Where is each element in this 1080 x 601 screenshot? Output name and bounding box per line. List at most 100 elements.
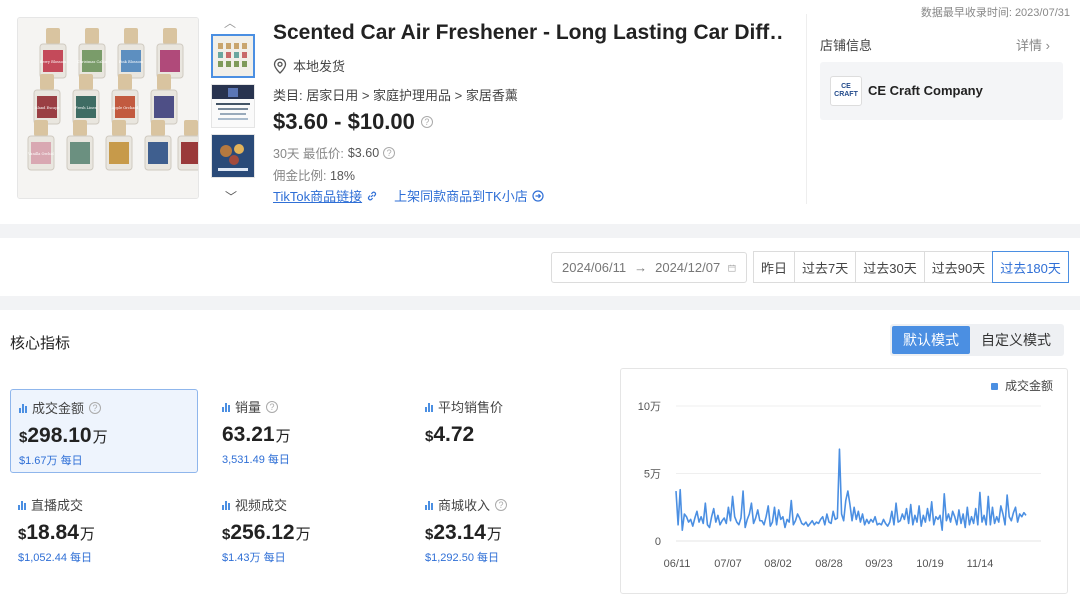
x-tick-label: 06/11 xyxy=(664,558,691,570)
metric-card[interactable]: 平均销售价 $4.72 xyxy=(417,389,605,473)
metric-label-text: 视频成交 xyxy=(235,498,288,513)
metric-daily: 3,531.49 每日 xyxy=(222,454,290,466)
shop-section-title: 店铺信息 xyxy=(820,38,873,53)
link-icon xyxy=(367,191,377,200)
metric-label-text: 成交金额 xyxy=(32,401,85,416)
low-price-value: $3.60 xyxy=(347,145,380,160)
series-line xyxy=(675,448,1027,531)
x-tick-label: 11/14 xyxy=(967,558,994,570)
bar-chart-icon xyxy=(18,500,26,510)
metric-card[interactable]: 直播成交 $18.84万 $1,052.44 每日 xyxy=(10,487,198,571)
thumbnail-image xyxy=(212,85,254,127)
metric-label-text: 直播成交 xyxy=(31,498,84,513)
range-button[interactable]: 过去90天 xyxy=(923,251,994,283)
range-button-group: 昨日 过去7天 过去30天 过去90天 过去180天 xyxy=(753,251,1069,283)
metric-label-text: 商城收入 xyxy=(438,498,491,513)
shipping-text: 本地发货 xyxy=(293,59,346,74)
metric-card[interactable]: 商城收入? $23.14万 $1,292.50 每日 xyxy=(417,487,605,571)
metric-value: 63.21万 xyxy=(222,423,394,447)
chevron-right-icon: › xyxy=(1045,38,1050,53)
metric-card[interactable]: 成交金额? $298.10万 $1.67万 每日 xyxy=(10,389,198,473)
date-range-picker[interactable]: 2024/06/11 → 2024/12/07 xyxy=(551,252,747,283)
x-tick-label: 08/28 xyxy=(815,558,843,570)
product-title[interactable]: Scented Car Air Freshener - Long Lasting… xyxy=(273,21,783,45)
metric-label: 销量? xyxy=(222,397,394,416)
shop-card[interactable]: CE CRAFT CE Craft Company xyxy=(820,62,1063,120)
bar-chart-icon xyxy=(425,402,433,412)
commission-rate: 佣金比例: 18% xyxy=(273,165,355,184)
bottle-label: Berry Blossom xyxy=(40,60,67,64)
list-link-label: 上架同款商品到TK小店 xyxy=(394,189,528,204)
tiktok-link-label: TikTok商品链接 xyxy=(273,189,363,204)
x-tick-label: 10/19 xyxy=(916,558,944,570)
help-icon[interactable]: ? xyxy=(266,400,279,413)
metric-label-text: 平均销售价 xyxy=(438,400,504,415)
product-main-image[interactable]: Berry Blossom Christmas Cabin Pink Blossom… xyxy=(17,17,199,199)
metric-value: $18.84万 xyxy=(18,521,190,545)
metric-card[interactable]: 视频成交 $256.12万 $1.43万 每日 xyxy=(214,487,402,571)
bottle-label: Island Escape xyxy=(34,106,59,110)
range-button[interactable]: 过去30天 xyxy=(855,251,925,283)
divider xyxy=(806,14,807,204)
bar-chart-icon xyxy=(222,402,230,412)
metric-daily: $1.67万 每日 xyxy=(19,455,83,467)
thumbnail-image xyxy=(212,135,254,177)
metric-value: $256.12万 xyxy=(222,521,394,545)
y-tick-label: 10万 xyxy=(638,401,661,413)
metric-number: 298.10 xyxy=(27,424,92,447)
date-end: 2024/12/07 xyxy=(655,260,721,275)
trend-chart[interactable]: 0 5万 10万 06/11 07/07 08/02 08/28 09/23 10/19 11/1… xyxy=(620,368,1068,594)
product-thumbnail-3[interactable] xyxy=(211,134,255,178)
bottle-label: Pink Blossom xyxy=(119,60,144,64)
metric-unit: 万 xyxy=(486,526,502,543)
metric-daily: $1,052.44 每日 xyxy=(18,552,92,564)
line-chart: 0 5万 10万 06/11 07/07 08/02 08/28 09/23 10/19 11/1… xyxy=(638,378,1053,570)
list-to-tk-shop-link[interactable]: 上架同款商品到TK小店 xyxy=(394,186,544,205)
metric-value: $23.14万 xyxy=(425,521,597,545)
custom-mode-button[interactable]: 自定义模式 xyxy=(970,326,1062,354)
metric-unit: 万 xyxy=(79,526,95,543)
metric-unit: 万 xyxy=(92,429,108,446)
product-thumbnail-2[interactable] xyxy=(211,84,255,128)
range-button[interactable]: 过去7天 xyxy=(794,251,857,283)
help-icon[interactable]: ? xyxy=(420,116,433,128)
date-filter-bar: 2024/06/11 → 2024/12/07 昨日 过去7天 过去30天 过去90天… xyxy=(0,238,1080,296)
help-icon[interactable]: ? xyxy=(383,146,396,159)
metric-value: $298.10万 xyxy=(19,424,189,448)
bar-chart-icon xyxy=(425,500,433,510)
metric-card[interactable]: 销量? 63.21万 3,531.49 每日 xyxy=(214,389,402,473)
price-range: $3.60 - $10.00 xyxy=(273,109,415,134)
metric-value: $4.72 xyxy=(425,423,597,447)
product-photo: Berry Blossom Christmas Cabin Pink Blossom… xyxy=(18,18,198,198)
shop-detail-label: 详情 xyxy=(1016,38,1043,53)
thumbs-down-arrow-icon[interactable]: ﹀ xyxy=(225,188,237,205)
thumbnail-image xyxy=(213,36,253,76)
product-thumbnail-1[interactable] xyxy=(211,34,255,78)
y-tick-label: 5万 xyxy=(644,469,661,481)
metric-unit: 万 xyxy=(275,428,291,445)
thumbs-up-arrow-icon[interactable]: ︿ xyxy=(224,14,236,31)
record-time: 数据最早收录时间: 2023/07/31 xyxy=(920,7,1070,19)
mode-toggle: 默认模式 自定义模式 xyxy=(890,324,1064,356)
range-button[interactable]: 昨日 xyxy=(753,251,796,283)
legend-swatch xyxy=(991,383,998,390)
range-button[interactable]: 过去180天 xyxy=(992,251,1069,283)
calendar-icon xyxy=(728,264,736,272)
shop-detail-link[interactable]: 详情 › xyxy=(1016,35,1050,54)
shipping-info: 本地发货 xyxy=(273,56,345,75)
tiktok-product-link[interactable]: TikTok商品链接 xyxy=(273,186,378,205)
default-mode-button[interactable]: 默认模式 xyxy=(892,326,970,354)
bottle-label: Fresh Linen xyxy=(75,106,98,110)
help-icon[interactable]: ? xyxy=(495,498,508,511)
bottle-label: Vanilla Orchid xyxy=(27,152,55,156)
low-price-label: 30天 最低价: xyxy=(273,147,344,161)
metric-label: 平均销售价 xyxy=(425,397,597,416)
commission-value: 18% xyxy=(329,169,355,183)
section-title: 核心指标 xyxy=(10,335,71,352)
metric-number: 63.21 xyxy=(222,423,275,446)
metric-number: 18.84 xyxy=(26,521,79,544)
location-pin-icon xyxy=(273,57,287,74)
help-icon[interactable]: ? xyxy=(89,401,102,414)
shop-name: CE Craft Company xyxy=(868,83,983,98)
arrow-right-icon: → xyxy=(634,260,648,275)
